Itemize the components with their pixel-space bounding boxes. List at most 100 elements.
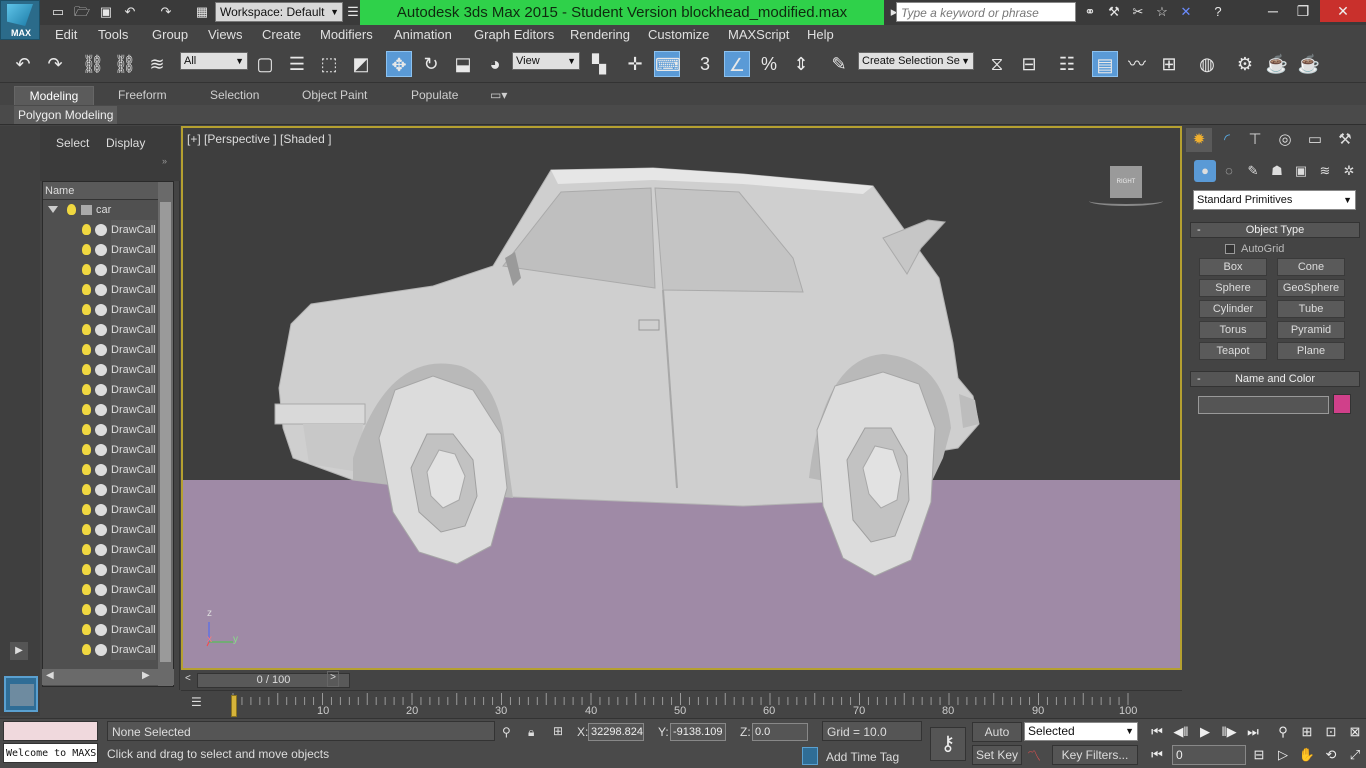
cylinder-button[interactable]: Cylinder [1199,300,1267,318]
x-coordinate-input[interactable]: 32298.824 [588,723,644,741]
tree-item-drawcall[interactable]: DrawCall [43,320,173,340]
set-key-button[interactable]: Set Key [972,745,1022,765]
go-to-start-icon[interactable]: ⏮ [1146,722,1168,742]
light-bulb-icon[interactable] [82,544,91,555]
search-binoculars-icon[interactable]: ⚭ [1080,3,1100,21]
time-slider[interactable]: < 0 / 100 > [181,671,1182,689]
material-editor-icon[interactable]: ◍ [1194,51,1220,77]
box-button[interactable]: Box [1199,258,1267,276]
tab-selection[interactable]: Selection [202,86,267,105]
menu-rendering[interactable]: Rendering [570,27,630,42]
maxscript-listener-output[interactable] [3,721,98,741]
helpers-icon[interactable]: ▣ [1290,160,1312,182]
select-move-icon[interactable]: ✥ [386,51,412,77]
tube-button[interactable]: Tube [1277,300,1345,318]
object-type-rollout[interactable]: - Object Type [1190,222,1360,238]
autogrid-checkbox[interactable]: AutoGrid [1225,243,1284,255]
bind-spacewarp-icon[interactable]: ≋ [144,51,170,77]
rendered-frame-window-icon[interactable]: ☕ [1264,51,1290,77]
window-crossing-icon[interactable]: ◩ [348,51,374,77]
menu-graph-editors[interactable]: Graph Editors [474,27,554,42]
select-scale-icon[interactable]: ⬓ [450,51,476,77]
explorer-horizontal-scrollbar[interactable]: ◀ ▶ [42,669,174,685]
tab-freeform[interactable]: Freeform [110,86,175,105]
light-bulb-icon[interactable] [67,204,76,215]
menu-tools[interactable]: Tools [98,27,128,42]
object-color-swatch[interactable] [1333,394,1351,414]
layer-manager-icon[interactable]: ☷ [1054,51,1080,77]
modify-tab-icon[interactable]: ◜ [1214,128,1240,152]
tree-item-drawcall[interactable]: DrawCall [43,360,173,380]
zoom-icon[interactable]: ⚲ [1272,722,1294,742]
auto-key-button[interactable]: Auto Key [972,722,1022,757]
rect-selection-icon[interactable]: ⬚ [316,51,342,77]
light-bulb-icon[interactable] [82,404,91,415]
light-bulb-icon[interactable] [82,644,91,655]
maxscript-listener-input[interactable]: Welcome to MAXScript. [3,743,98,763]
primitive-type-select[interactable]: Standard Primitives ▼ [1193,190,1356,210]
tree-item-drawcall[interactable]: DrawCall [43,340,173,360]
tree-item-drawcall[interactable]: DrawCall [43,600,173,620]
default-tangent-icon[interactable]: 〽 [1027,746,1041,766]
redo-icon[interactable]: ↷ [156,3,176,21]
snaps-toggle-icon[interactable]: 3 [692,51,718,77]
orbit-icon[interactable]: ⟲ [1320,745,1342,765]
ribbon-toggle-icon[interactable]: ▤ [1092,51,1118,77]
pan-view-icon[interactable]: ✋ [1296,745,1318,765]
light-bulb-icon[interactable] [82,564,91,575]
polygon-modeling-panel[interactable]: Polygon Modeling [14,106,118,124]
light-bulb-icon[interactable] [82,284,91,295]
expand-explorer-icon[interactable]: ▶ [10,642,28,660]
tree-item-drawcall[interactable]: DrawCall [43,520,173,540]
sphere-button[interactable]: Sphere [1199,279,1267,297]
tree-item-drawcall[interactable]: DrawCall [43,420,173,440]
go-to-end-icon[interactable]: ⏭ [1242,722,1264,742]
subscription-icon[interactable]: ⚒ [1104,3,1124,21]
ref-coord-select[interactable]: View ▼ [512,52,580,70]
current-frame-marker[interactable] [231,695,237,717]
current-frame-input[interactable]: 0 [1172,745,1246,765]
render-setup-icon[interactable]: ⚙ [1232,51,1258,77]
curve-editor-icon[interactable]: 〰 [1124,51,1150,77]
selection-filter-select[interactable]: All ▼ [180,52,248,70]
absolute-mode-icon[interactable]: ⊞ [553,724,563,738]
display-tab-icon[interactable]: ▭ [1302,128,1328,152]
scroll-right-icon[interactable]: ▶ [142,670,150,681]
unlink-icon[interactable]: ⛓ [112,51,138,77]
tab-object-paint[interactable]: Object Paint [294,86,375,105]
isolate-selection-icon[interactable]: ⚲ [502,725,511,739]
torus-button[interactable]: Torus [1199,321,1267,339]
search-input[interactable]: Type a keyword or phrase [896,2,1076,22]
field-of-view-icon[interactable]: ▷ [1272,745,1294,765]
menu-modifiers[interactable]: Modifiers [320,27,373,42]
place-icon[interactable]: ◕ [482,51,508,77]
plane-button[interactable]: Plane [1277,342,1345,360]
pyramid-button[interactable]: Pyramid [1277,321,1345,339]
help-icon[interactable]: ? [1208,3,1228,21]
minimize-button[interactable]: ─ [1258,0,1288,22]
tree-item-drawcall[interactable]: DrawCall [43,300,173,320]
menu-edit[interactable]: Edit [55,27,77,42]
tree-item-drawcall[interactable]: DrawCall [43,460,173,480]
create-tab-icon[interactable]: ✹ [1186,128,1212,152]
key-filters-button[interactable]: Key Filters... [1052,745,1138,765]
tree-item-drawcall[interactable]: DrawCall [43,260,173,280]
light-bulb-icon[interactable] [82,324,91,335]
lights-icon[interactable]: ✎ [1242,160,1264,182]
schematic-view-icon[interactable]: ⊞ [1156,51,1182,77]
named-selection-select[interactable]: Create Selection Se ▼ [858,52,974,70]
light-bulb-icon[interactable] [82,624,91,635]
space-warps-icon[interactable]: ≋ [1314,160,1336,182]
communication-icon[interactable]: ✂ [1128,3,1148,21]
zoom-all-icon[interactable]: ⊞ [1296,722,1318,742]
explorer-collapse-icon[interactable]: » [162,156,167,166]
light-bulb-icon[interactable] [82,584,91,595]
column-header-name[interactable]: Name [43,182,173,200]
light-bulb-icon[interactable] [82,504,91,515]
name-and-color-rollout[interactable]: - Name and Color [1190,371,1360,387]
key-mode-select[interactable]: Selected ▼ [1024,722,1138,741]
exchange-icon[interactable]: ✕ [1176,3,1196,21]
tree-item-drawcall[interactable]: DrawCall [43,480,173,500]
systems-icon[interactable]: ✲ [1338,160,1360,182]
tree-item-drawcall[interactable]: DrawCall [43,540,173,560]
